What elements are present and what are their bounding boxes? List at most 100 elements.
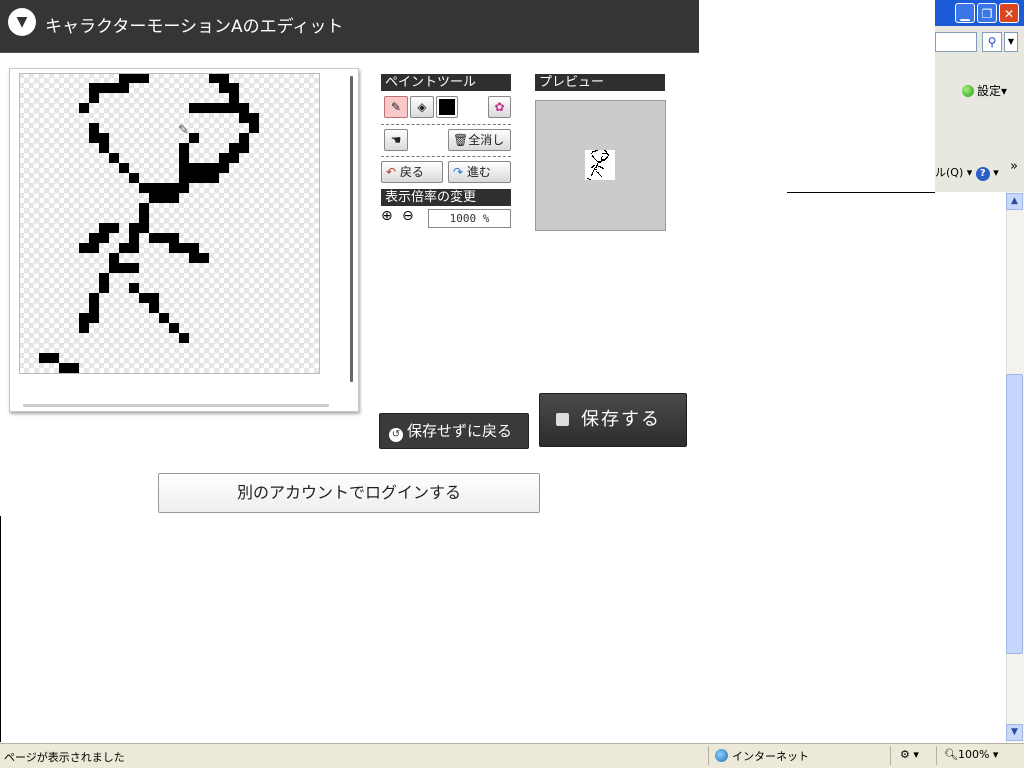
filled-pixel[interactable] <box>209 73 219 83</box>
filled-pixel[interactable] <box>189 253 199 263</box>
zoom-out-icon[interactable]: ⊖ <box>402 208 414 224</box>
help-icon[interactable]: ? <box>975 167 990 181</box>
login-other-account-button[interactable]: 別のアカウントでログインする <box>158 473 540 513</box>
filled-pixel[interactable] <box>149 303 159 313</box>
filled-pixel[interactable] <box>209 163 219 173</box>
filled-pixel[interactable] <box>239 103 249 113</box>
filled-pixel[interactable] <box>189 243 199 253</box>
filled-pixel[interactable] <box>189 173 199 183</box>
filled-pixel[interactable] <box>189 163 199 173</box>
filled-pixel[interactable] <box>79 313 89 323</box>
filled-pixel[interactable] <box>139 73 149 83</box>
filled-pixel[interactable] <box>239 143 249 153</box>
filled-pixel[interactable] <box>109 253 119 263</box>
filled-pixel[interactable] <box>239 113 249 123</box>
filled-pixel[interactable] <box>109 263 119 273</box>
filled-pixel[interactable] <box>219 103 229 113</box>
filled-pixel[interactable] <box>99 223 109 233</box>
filled-pixel[interactable] <box>79 243 89 253</box>
zoom-control[interactable]: 🔍︎100% ▾ <box>944 748 998 761</box>
filled-pixel[interactable] <box>119 163 129 173</box>
browser-search-input[interactable] <box>935 32 977 52</box>
filled-pixel[interactable] <box>59 363 69 373</box>
save-button[interactable]: 保存する <box>539 393 687 447</box>
settings-button[interactable]: 設定▾ <box>962 82 1007 100</box>
filled-pixel[interactable] <box>39 353 49 363</box>
filled-pixel[interactable] <box>89 123 99 133</box>
filled-pixel[interactable] <box>169 193 179 203</box>
filled-pixel[interactable] <box>89 293 99 303</box>
filled-pixel[interactable] <box>149 193 159 203</box>
filled-pixel[interactable] <box>99 83 109 93</box>
filled-pixel[interactable] <box>199 253 209 263</box>
hand-tool-button[interactable]: ☚ <box>384 129 408 151</box>
filled-pixel[interactable] <box>159 313 169 323</box>
filled-pixel[interactable] <box>129 73 139 83</box>
filled-pixel[interactable] <box>89 133 99 143</box>
chevron-down-icon[interactable]: ▼ <box>1004 32 1018 52</box>
filled-pixel[interactable] <box>89 83 99 93</box>
color-picker-button[interactable] <box>436 96 458 118</box>
filled-pixel[interactable] <box>129 173 139 183</box>
redo-button[interactable]: ↷ 進む <box>448 161 511 183</box>
filled-pixel[interactable] <box>229 93 239 103</box>
canvas-horizontal-scrollbar[interactable] <box>23 404 329 407</box>
scroll-down-icon[interactable]: ▼ <box>1006 724 1023 741</box>
filled-pixel[interactable] <box>89 233 99 243</box>
filled-pixel[interactable] <box>139 183 149 193</box>
filled-pixel[interactable] <box>209 173 219 183</box>
filled-pixel[interactable] <box>139 203 149 213</box>
filled-pixel[interactable] <box>179 143 189 153</box>
filled-pixel[interactable] <box>229 143 239 153</box>
filled-pixel[interactable] <box>109 83 119 93</box>
filled-pixel[interactable] <box>199 173 209 183</box>
filled-pixel[interactable] <box>179 163 189 173</box>
filled-pixel[interactable] <box>139 213 149 223</box>
filled-pixel[interactable] <box>99 133 109 143</box>
filled-pixel[interactable] <box>89 303 99 313</box>
filled-pixel[interactable] <box>229 153 239 163</box>
undo-button[interactable]: ↶ 戻る <box>381 161 443 183</box>
fill-tool-button[interactable]: ◈ <box>410 96 434 118</box>
filled-pixel[interactable] <box>119 243 129 253</box>
scroll-up-icon[interactable]: ▲ <box>1006 193 1023 210</box>
filled-pixel[interactable] <box>99 283 109 293</box>
filled-pixel[interactable] <box>159 233 169 243</box>
filled-pixel[interactable] <box>179 153 189 163</box>
filled-pixel[interactable] <box>169 233 179 243</box>
filled-pixel[interactable] <box>199 103 209 113</box>
protected-mode-icon[interactable]: ⚙ ▾ <box>900 748 919 761</box>
pixel-canvas[interactable] <box>19 73 320 374</box>
filled-pixel[interactable] <box>69 363 79 373</box>
filled-pixel[interactable] <box>109 223 119 233</box>
tools-menu-fragment[interactable]: ル(Q) <box>935 166 963 179</box>
filled-pixel[interactable] <box>239 133 249 143</box>
restore-icon[interactable]: ❐ <box>977 3 997 23</box>
filled-pixel[interactable] <box>179 243 189 253</box>
scrollbar-thumb[interactable] <box>1006 374 1023 654</box>
minimize-icon[interactable]: ▁ <box>955 3 975 23</box>
filled-pixel[interactable] <box>119 263 129 273</box>
filled-pixel[interactable] <box>129 263 139 273</box>
chevron-right-icon[interactable]: » <box>1010 154 1018 180</box>
filled-pixel[interactable] <box>129 223 139 233</box>
filled-pixel[interactable] <box>149 293 159 303</box>
filled-pixel[interactable] <box>119 83 129 93</box>
filled-pixel[interactable] <box>129 283 139 293</box>
filled-pixel[interactable] <box>129 233 139 243</box>
close-icon[interactable]: ✕ <box>999 3 1019 23</box>
stamp-tool-button[interactable]: ✿ <box>488 96 511 118</box>
filled-pixel[interactable] <box>169 183 179 193</box>
filled-pixel[interactable] <box>79 323 89 333</box>
filled-pixel[interactable] <box>99 143 109 153</box>
filled-pixel[interactable] <box>89 243 99 253</box>
filled-pixel[interactable] <box>219 83 229 93</box>
filled-pixel[interactable] <box>169 323 179 333</box>
filled-pixel[interactable] <box>219 73 229 83</box>
back-without-saving-button[interactable]: ↺ 保存せずに戻る <box>379 413 529 449</box>
filled-pixel[interactable] <box>149 233 159 243</box>
filled-pixel[interactable] <box>179 183 189 193</box>
filled-pixel[interactable] <box>49 353 59 363</box>
filled-pixel[interactable] <box>229 103 239 113</box>
filled-pixel[interactable] <box>129 243 139 253</box>
